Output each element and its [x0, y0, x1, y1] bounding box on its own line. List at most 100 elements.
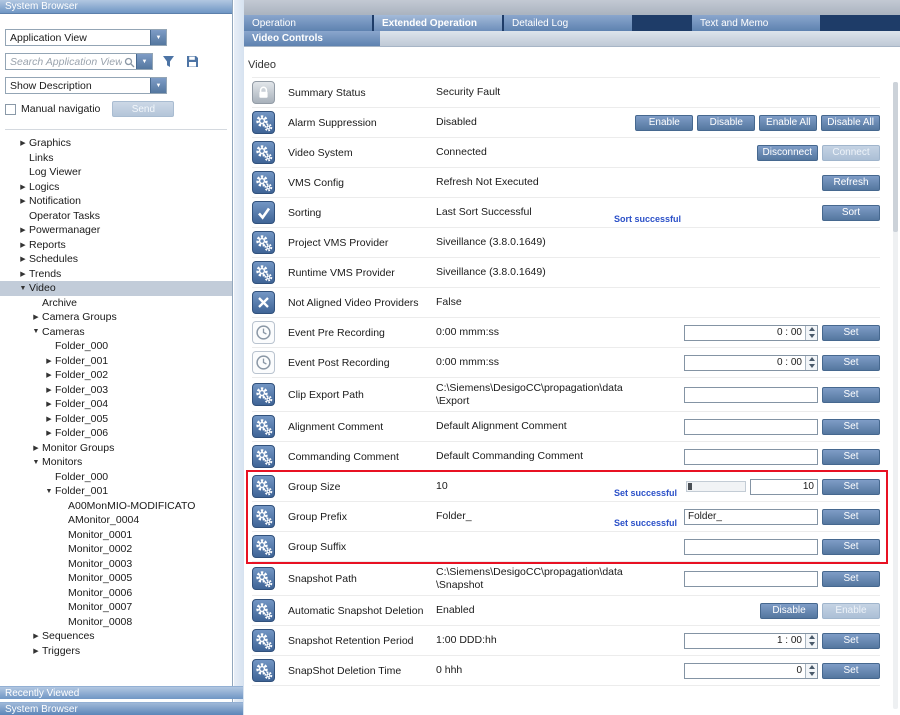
tree-item-monitor-0002[interactable]: Monitor_0002: [0, 542, 232, 557]
tree-item-monitor-groups[interactable]: ▶Monitor Groups: [0, 441, 232, 456]
tree-item-log-viewer[interactable]: Log Viewer: [0, 165, 232, 180]
tree-item-logics[interactable]: ▶Logics: [0, 180, 232, 195]
tree-item-monitor-0003[interactable]: Monitor_0003: [0, 557, 232, 572]
chevron-right-icon[interactable]: ▶: [30, 313, 42, 321]
subtab-video-controls[interactable]: Video Controls: [244, 31, 380, 46]
group-suffix-input[interactable]: [684, 539, 818, 555]
tree-item-folder-000[interactable]: Folder_000: [0, 470, 232, 485]
tree-item-trends[interactable]: ▶Trends: [0, 267, 232, 282]
system-browser-bar[interactable]: System Browser: [0, 702, 243, 715]
tree-item-amonitor-0004[interactable]: AMonitor_0004: [0, 513, 232, 528]
chevron-right-icon[interactable]: ▶: [43, 386, 55, 394]
alignment-comment-input[interactable]: [684, 419, 818, 435]
chevron-down-icon[interactable]: ▼: [43, 488, 55, 495]
manual-navigation-checkbox[interactable]: [5, 104, 16, 115]
chevron-right-icon[interactable]: ▶: [17, 270, 29, 278]
disable-button[interactable]: Disable: [760, 603, 818, 619]
tree-item-monitor-0005[interactable]: Monitor_0005: [0, 571, 232, 586]
enable-button[interactable]: Enable: [635, 115, 693, 131]
chevron-right-icon[interactable]: ▶: [43, 429, 55, 437]
group-suffix-set-button[interactable]: Set: [822, 539, 880, 555]
vertical-scrollbar[interactable]: [893, 82, 898, 709]
chevron-right-icon[interactable]: ▶: [17, 241, 29, 249]
spin-down-icon[interactable]: [806, 363, 817, 370]
spin-down-icon[interactable]: [806, 333, 817, 340]
chevron-right-icon[interactable]: ▶: [17, 183, 29, 191]
chevron-right-icon[interactable]: ▶: [17, 255, 29, 263]
chevron-right-icon[interactable]: ▶: [43, 415, 55, 423]
chevron-right-icon[interactable]: ▶: [17, 139, 29, 147]
commanding-comment-input[interactable]: [684, 449, 818, 465]
spin-up-icon[interactable]: [806, 326, 817, 333]
event-post-recording-set-button[interactable]: Set: [822, 355, 880, 371]
tree-item-notification[interactable]: ▶Notification: [0, 194, 232, 209]
spin-down-icon[interactable]: [806, 671, 817, 678]
tree-item-folder-002[interactable]: ▶Folder_002: [0, 368, 232, 383]
spin-up-icon[interactable]: [806, 634, 817, 641]
tree-item-video[interactable]: ▼Video: [0, 281, 232, 296]
panel-splitter[interactable]: [234, 0, 244, 715]
chevron-right-icon[interactable]: ▶: [17, 197, 29, 205]
tree-item-monitors[interactable]: ▼Monitors: [0, 455, 232, 470]
disable-button[interactable]: Disable: [697, 115, 755, 131]
chevron-right-icon[interactable]: ▶: [30, 647, 42, 655]
chevron-down-icon[interactable]: [136, 54, 152, 69]
tree-item-folder-001[interactable]: ▶Folder_001: [0, 354, 232, 369]
view-selector-dropdown[interactable]: Application View: [5, 29, 167, 46]
chevron-down-icon[interactable]: [150, 30, 166, 45]
sidebar-title-bar[interactable]: System Browser: [0, 0, 232, 14]
group-size-set-button[interactable]: Set: [822, 479, 880, 495]
tree-item-folder-006[interactable]: ▶Folder_006: [0, 426, 232, 441]
tree-item-schedules[interactable]: ▶Schedules: [0, 252, 232, 267]
chevron-right-icon[interactable]: ▶: [30, 632, 42, 640]
tree-item-folder-003[interactable]: ▶Folder_003: [0, 383, 232, 398]
enable-all-button[interactable]: Enable All: [759, 115, 817, 131]
description-selector-dropdown[interactable]: Show Description: [5, 77, 167, 94]
recently-viewed-bar[interactable]: Recently Viewed: [0, 686, 243, 699]
tab-operation[interactable]: Operation: [244, 15, 372, 31]
event-pre-recording-set-button[interactable]: Set: [822, 325, 880, 341]
tree-item-reports[interactable]: ▶Reports: [0, 238, 232, 253]
scrollbar-thumb[interactable]: [893, 82, 898, 232]
tree-item-a00monmio-modificato[interactable]: A00MonMIO-MODIFICATO: [0, 499, 232, 514]
chevron-right-icon[interactable]: ▶: [43, 357, 55, 365]
sort-button[interactable]: Sort: [822, 205, 880, 221]
clip-export-path-input[interactable]: [684, 387, 818, 403]
tab-extended-operation[interactable]: Extended Operation: [374, 15, 502, 31]
chevron-down-icon[interactable]: ▼: [17, 285, 29, 292]
chevron-right-icon[interactable]: ▶: [17, 226, 29, 234]
tree-item-sequences[interactable]: ▶Sequences: [0, 629, 232, 644]
filter-icon[interactable]: [159, 54, 177, 70]
snapshot-path-set-button[interactable]: Set: [822, 571, 880, 587]
search-input[interactable]: Search Application View: [5, 53, 153, 70]
snapshot-retention-period-input[interactable]: 1 : 00: [684, 633, 818, 649]
tree-item-links[interactable]: Links: [0, 151, 232, 166]
tree-item-monitor-0006[interactable]: Monitor_0006: [0, 586, 232, 601]
tree-item-folder-004[interactable]: ▶Folder_004: [0, 397, 232, 412]
tree-item-monitor-0008[interactable]: Monitor_0008: [0, 615, 232, 630]
tree-item-monitor-0001[interactable]: Monitor_0001: [0, 528, 232, 543]
spin-up-icon[interactable]: [806, 356, 817, 363]
snapshot-path-input[interactable]: [684, 571, 818, 587]
commanding-comment-set-button[interactable]: Set: [822, 449, 880, 465]
snapshot-deletion-time-set-button[interactable]: Set: [822, 663, 880, 679]
clip-export-path-set-button[interactable]: Set: [822, 387, 880, 403]
spin-down-icon[interactable]: [806, 641, 817, 648]
disconnect-button[interactable]: Disconnect: [757, 145, 818, 161]
tab-detailed-log[interactable]: Detailed Log: [504, 15, 632, 31]
spin-up-icon[interactable]: [806, 664, 817, 671]
snapshot-retention-period-set-button[interactable]: Set: [822, 633, 880, 649]
tree-item-archive[interactable]: Archive: [0, 296, 232, 311]
refresh-button[interactable]: Refresh: [822, 175, 880, 191]
tree-item-cameras[interactable]: ▼Cameras: [0, 325, 232, 340]
group-prefix-input[interactable]: Folder_: [684, 509, 818, 525]
tree-item-operator-tasks[interactable]: Operator Tasks: [0, 209, 232, 224]
event-post-recording-input[interactable]: 0 : 00: [684, 355, 818, 371]
tree-item-folder-000[interactable]: Folder_000: [0, 339, 232, 354]
chevron-right-icon[interactable]: ▶: [43, 400, 55, 408]
snapshot-deletion-time-input[interactable]: 0: [684, 663, 818, 679]
tree-item-triggers[interactable]: ▶Triggers: [0, 644, 232, 659]
tree-item-folder-001[interactable]: ▼Folder_001: [0, 484, 232, 499]
tree-item-camera-groups[interactable]: ▶Camera Groups: [0, 310, 232, 325]
group-size-slider[interactable]: [686, 481, 746, 492]
